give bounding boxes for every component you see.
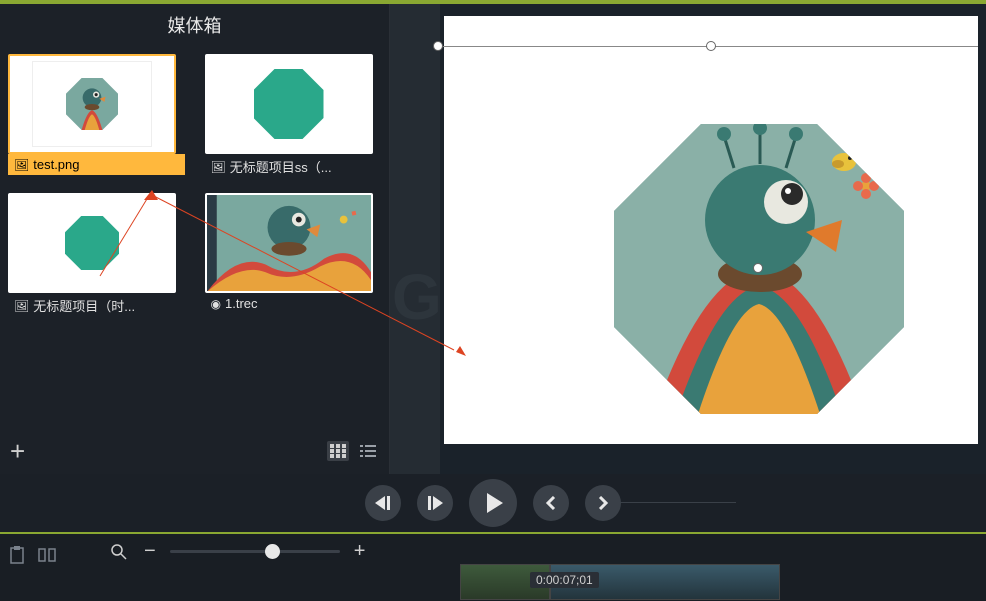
media-bin-title: 媒体箱 bbox=[0, 4, 389, 48]
thumb-art-recording bbox=[207, 193, 371, 293]
media-panel-footer: + bbox=[0, 432, 389, 474]
next-marker-button[interactable] bbox=[585, 485, 621, 521]
canvas-gutter bbox=[390, 4, 440, 474]
canvas-viewport[interactable] bbox=[444, 16, 978, 444]
media-item-untitled-time[interactable]: 🖼 无标题项目（时... bbox=[8, 193, 185, 318]
zoom-slider-thumb[interactable] bbox=[265, 544, 280, 559]
media-filename: 无标题项目ss（... bbox=[230, 157, 332, 176]
timeline-tool-group bbox=[6, 544, 58, 566]
media-thumbnail bbox=[8, 193, 176, 293]
view-toggle-group bbox=[327, 441, 379, 461]
selection-handle-tc[interactable] bbox=[706, 41, 716, 51]
list-view-button[interactable] bbox=[357, 441, 379, 461]
media-thumbnail bbox=[205, 54, 373, 154]
zoom-slider-track[interactable] bbox=[170, 550, 340, 553]
split-button[interactable] bbox=[36, 544, 58, 566]
recording-icon: ◉ bbox=[211, 297, 221, 311]
main-area: 媒体箱 bbox=[0, 4, 986, 474]
selection-handle-tl[interactable] bbox=[433, 41, 443, 51]
frame-back-button[interactable] bbox=[365, 485, 401, 521]
media-label: ◉ 1.trec bbox=[205, 293, 382, 314]
play-button[interactable] bbox=[469, 479, 517, 527]
timeline-zoom-control: − + bbox=[108, 540, 365, 563]
paste-button[interactable] bbox=[6, 544, 28, 566]
clipboard-icon bbox=[9, 546, 25, 564]
frame-forward-icon bbox=[427, 496, 443, 510]
media-item-recording[interactable]: ◉ 1.trec bbox=[205, 193, 382, 318]
play-icon bbox=[483, 493, 503, 513]
media-label: 🖼 无标题项目ss（... bbox=[205, 154, 382, 179]
list-icon bbox=[360, 444, 376, 458]
timeline-bar: − + 0:00:07;01 bbox=[0, 532, 986, 601]
grid-view-button[interactable] bbox=[327, 441, 349, 461]
media-filename: 无标题项目（时... bbox=[33, 296, 135, 315]
chevron-left-icon bbox=[545, 496, 557, 510]
frame-forward-button[interactable] bbox=[417, 485, 453, 521]
media-label: 🖼 test.png bbox=[8, 154, 185, 175]
playhead-time: 0:00:07;01 bbox=[530, 572, 599, 588]
selection-handle-center[interactable] bbox=[753, 263, 763, 273]
media-label: 🖼 无标题项目（时... bbox=[8, 293, 185, 318]
image-icon: 🖼 bbox=[211, 160, 226, 174]
zoom-out-button[interactable]: − bbox=[144, 540, 156, 563]
thumb-art-octagon-bird bbox=[66, 78, 118, 130]
add-media-button[interactable]: + bbox=[10, 438, 25, 464]
grid-icon bbox=[330, 444, 346, 458]
prev-marker-button[interactable] bbox=[533, 485, 569, 521]
playback-bar bbox=[0, 474, 986, 532]
split-icon bbox=[38, 546, 56, 564]
playback-progress-line[interactable] bbox=[616, 502, 736, 503]
canvas-area bbox=[390, 4, 986, 474]
image-icon: 🖼 bbox=[14, 158, 29, 172]
magnifier-icon bbox=[111, 544, 127, 560]
media-thumbnail bbox=[205, 193, 373, 293]
media-grid: 🖼 test.png 🖼 无标题项目ss（... bbox=[0, 48, 389, 324]
image-icon: 🖼 bbox=[14, 299, 29, 313]
timeline-clips bbox=[460, 564, 780, 600]
media-item-untitled-ss[interactable]: 🖼 无标题项目ss（... bbox=[205, 54, 382, 179]
media-filename: 1.trec bbox=[225, 296, 258, 311]
media-item-test[interactable]: 🖼 test.png bbox=[8, 54, 185, 179]
chevron-right-icon bbox=[597, 496, 609, 510]
media-filename: test.png bbox=[33, 157, 79, 172]
media-thumbnail bbox=[8, 54, 176, 154]
frame-back-icon bbox=[375, 496, 391, 510]
zoom-in-button[interactable]: + bbox=[354, 540, 366, 563]
media-bin-panel: 媒体箱 bbox=[0, 4, 390, 474]
zoom-search-button[interactable] bbox=[108, 541, 130, 563]
